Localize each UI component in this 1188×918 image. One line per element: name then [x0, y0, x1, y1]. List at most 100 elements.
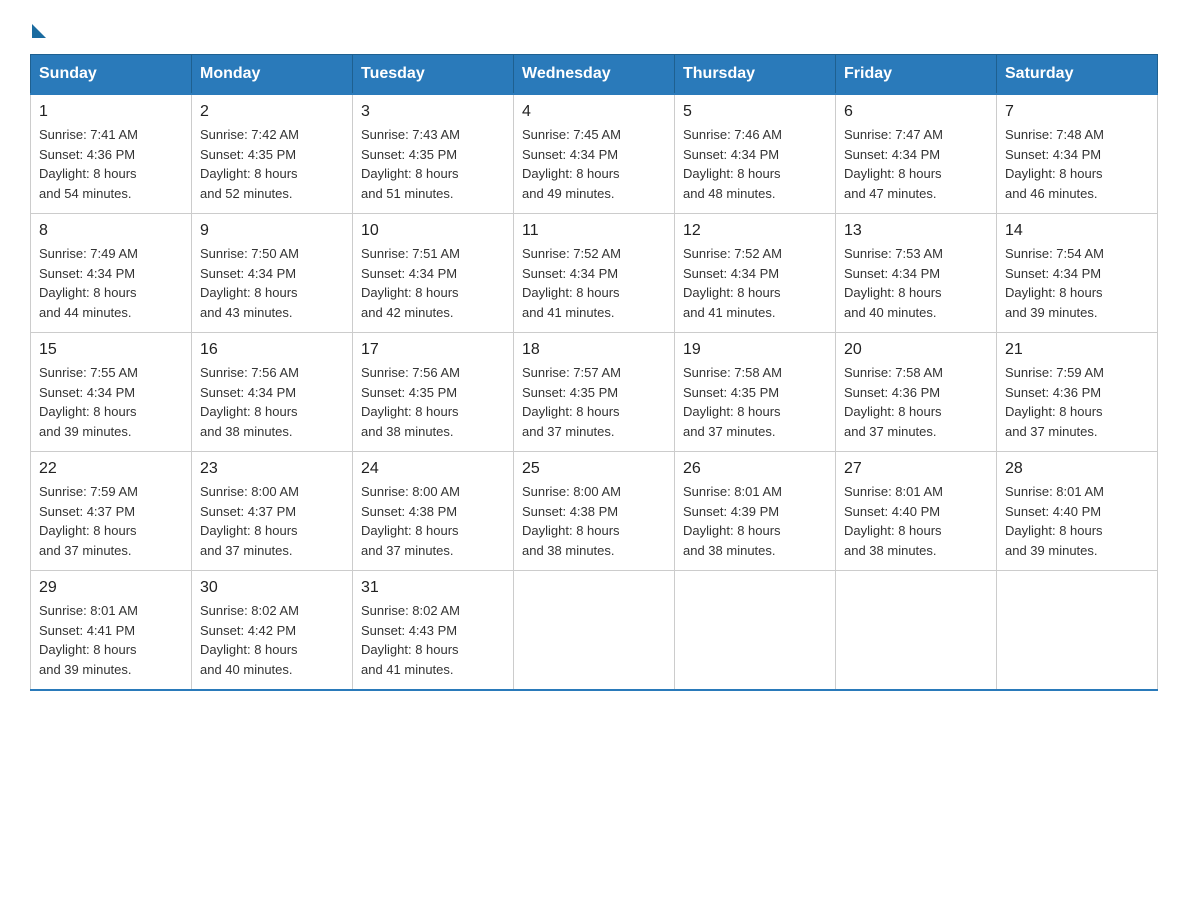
header-sunday: Sunday: [31, 55, 192, 95]
day-info: Sunrise: 7:43 AM Sunset: 4:35 PM Dayligh…: [361, 125, 505, 203]
day-number: 19: [683, 341, 827, 359]
day-info: Sunrise: 7:46 AM Sunset: 4:34 PM Dayligh…: [683, 125, 827, 203]
day-info: Sunrise: 7:58 AM Sunset: 4:35 PM Dayligh…: [683, 363, 827, 441]
day-number: 27: [844, 460, 988, 478]
calendar-week-4: 22 Sunrise: 7:59 AM Sunset: 4:37 PM Dayl…: [31, 452, 1158, 571]
calendar-cell: 12 Sunrise: 7:52 AM Sunset: 4:34 PM Dayl…: [675, 214, 836, 333]
calendar-cell: 6 Sunrise: 7:47 AM Sunset: 4:34 PM Dayli…: [836, 94, 997, 214]
day-number: 6: [844, 103, 988, 121]
calendar-cell: [514, 571, 675, 691]
day-number: 18: [522, 341, 666, 359]
day-number: 16: [200, 341, 344, 359]
calendar-header-row: SundayMondayTuesdayWednesdayThursdayFrid…: [31, 55, 1158, 95]
calendar-cell: 20 Sunrise: 7:58 AM Sunset: 4:36 PM Dayl…: [836, 333, 997, 452]
day-info: Sunrise: 8:01 AM Sunset: 4:39 PM Dayligh…: [683, 482, 827, 560]
calendar-cell: 15 Sunrise: 7:55 AM Sunset: 4:34 PM Dayl…: [31, 333, 192, 452]
calendar-cell: 19 Sunrise: 7:58 AM Sunset: 4:35 PM Dayl…: [675, 333, 836, 452]
day-number: 1: [39, 103, 183, 121]
day-info: Sunrise: 7:50 AM Sunset: 4:34 PM Dayligh…: [200, 244, 344, 322]
calendar-cell: 30 Sunrise: 8:02 AM Sunset: 4:42 PM Dayl…: [192, 571, 353, 691]
day-number: 13: [844, 222, 988, 240]
day-number: 30: [200, 579, 344, 597]
day-info: Sunrise: 8:00 AM Sunset: 4:38 PM Dayligh…: [361, 482, 505, 560]
calendar-cell: [675, 571, 836, 691]
calendar-cell: 28 Sunrise: 8:01 AM Sunset: 4:40 PM Dayl…: [997, 452, 1158, 571]
day-info: Sunrise: 7:59 AM Sunset: 4:37 PM Dayligh…: [39, 482, 183, 560]
header-monday: Monday: [192, 55, 353, 95]
day-info: Sunrise: 7:54 AM Sunset: 4:34 PM Dayligh…: [1005, 244, 1149, 322]
day-number: 17: [361, 341, 505, 359]
calendar-cell: 27 Sunrise: 8:01 AM Sunset: 4:40 PM Dayl…: [836, 452, 997, 571]
logo: [30, 20, 46, 34]
day-info: Sunrise: 7:59 AM Sunset: 4:36 PM Dayligh…: [1005, 363, 1149, 441]
header-friday: Friday: [836, 55, 997, 95]
day-info: Sunrise: 7:45 AM Sunset: 4:34 PM Dayligh…: [522, 125, 666, 203]
day-info: Sunrise: 8:00 AM Sunset: 4:38 PM Dayligh…: [522, 482, 666, 560]
calendar-cell: 11 Sunrise: 7:52 AM Sunset: 4:34 PM Dayl…: [514, 214, 675, 333]
calendar-cell: 29 Sunrise: 8:01 AM Sunset: 4:41 PM Dayl…: [31, 571, 192, 691]
day-info: Sunrise: 7:49 AM Sunset: 4:34 PM Dayligh…: [39, 244, 183, 322]
header-thursday: Thursday: [675, 55, 836, 95]
calendar-cell: 31 Sunrise: 8:02 AM Sunset: 4:43 PM Dayl…: [353, 571, 514, 691]
calendar-cell: [997, 571, 1158, 691]
day-number: 29: [39, 579, 183, 597]
day-number: 4: [522, 103, 666, 121]
day-info: Sunrise: 7:58 AM Sunset: 4:36 PM Dayligh…: [844, 363, 988, 441]
logo-arrow-icon: [32, 24, 46, 38]
day-number: 26: [683, 460, 827, 478]
day-number: 20: [844, 341, 988, 359]
day-number: 21: [1005, 341, 1149, 359]
day-info: Sunrise: 8:01 AM Sunset: 4:41 PM Dayligh…: [39, 601, 183, 679]
day-info: Sunrise: 7:52 AM Sunset: 4:34 PM Dayligh…: [522, 244, 666, 322]
day-info: Sunrise: 7:42 AM Sunset: 4:35 PM Dayligh…: [200, 125, 344, 203]
calendar-cell: 2 Sunrise: 7:42 AM Sunset: 4:35 PM Dayli…: [192, 94, 353, 214]
day-number: 11: [522, 222, 666, 240]
day-info: Sunrise: 7:47 AM Sunset: 4:34 PM Dayligh…: [844, 125, 988, 203]
day-number: 10: [361, 222, 505, 240]
calendar-cell: 8 Sunrise: 7:49 AM Sunset: 4:34 PM Dayli…: [31, 214, 192, 333]
calendar-week-2: 8 Sunrise: 7:49 AM Sunset: 4:34 PM Dayli…: [31, 214, 1158, 333]
header-wednesday: Wednesday: [514, 55, 675, 95]
day-number: 15: [39, 341, 183, 359]
day-number: 9: [200, 222, 344, 240]
calendar-cell: 5 Sunrise: 7:46 AM Sunset: 4:34 PM Dayli…: [675, 94, 836, 214]
day-number: 3: [361, 103, 505, 121]
calendar-cell: 14 Sunrise: 7:54 AM Sunset: 4:34 PM Dayl…: [997, 214, 1158, 333]
day-number: 8: [39, 222, 183, 240]
day-info: Sunrise: 8:02 AM Sunset: 4:43 PM Dayligh…: [361, 601, 505, 679]
calendar-cell: 13 Sunrise: 7:53 AM Sunset: 4:34 PM Dayl…: [836, 214, 997, 333]
day-info: Sunrise: 7:56 AM Sunset: 4:34 PM Dayligh…: [200, 363, 344, 441]
calendar-cell: 22 Sunrise: 7:59 AM Sunset: 4:37 PM Dayl…: [31, 452, 192, 571]
day-number: 31: [361, 579, 505, 597]
calendar-week-1: 1 Sunrise: 7:41 AM Sunset: 4:36 PM Dayli…: [31, 94, 1158, 214]
logo-top: [30, 20, 46, 38]
day-info: Sunrise: 7:52 AM Sunset: 4:34 PM Dayligh…: [683, 244, 827, 322]
calendar-cell: 23 Sunrise: 8:00 AM Sunset: 4:37 PM Dayl…: [192, 452, 353, 571]
day-number: 25: [522, 460, 666, 478]
calendar-week-5: 29 Sunrise: 8:01 AM Sunset: 4:41 PM Dayl…: [31, 571, 1158, 691]
day-info: Sunrise: 7:57 AM Sunset: 4:35 PM Dayligh…: [522, 363, 666, 441]
day-info: Sunrise: 8:01 AM Sunset: 4:40 PM Dayligh…: [1005, 482, 1149, 560]
day-number: 12: [683, 222, 827, 240]
day-info: Sunrise: 7:48 AM Sunset: 4:34 PM Dayligh…: [1005, 125, 1149, 203]
day-number: 22: [39, 460, 183, 478]
calendar-week-3: 15 Sunrise: 7:55 AM Sunset: 4:34 PM Dayl…: [31, 333, 1158, 452]
calendar-cell: 10 Sunrise: 7:51 AM Sunset: 4:34 PM Dayl…: [353, 214, 514, 333]
day-number: 23: [200, 460, 344, 478]
page-header: [30, 20, 1158, 34]
calendar-cell: 7 Sunrise: 7:48 AM Sunset: 4:34 PM Dayli…: [997, 94, 1158, 214]
calendar-cell: 4 Sunrise: 7:45 AM Sunset: 4:34 PM Dayli…: [514, 94, 675, 214]
day-info: Sunrise: 8:00 AM Sunset: 4:37 PM Dayligh…: [200, 482, 344, 560]
day-info: Sunrise: 7:51 AM Sunset: 4:34 PM Dayligh…: [361, 244, 505, 322]
day-number: 14: [1005, 222, 1149, 240]
day-info: Sunrise: 8:01 AM Sunset: 4:40 PM Dayligh…: [844, 482, 988, 560]
header-saturday: Saturday: [997, 55, 1158, 95]
day-info: Sunrise: 8:02 AM Sunset: 4:42 PM Dayligh…: [200, 601, 344, 679]
calendar-cell: 24 Sunrise: 8:00 AM Sunset: 4:38 PM Dayl…: [353, 452, 514, 571]
day-number: 28: [1005, 460, 1149, 478]
day-number: 24: [361, 460, 505, 478]
calendar-cell: 21 Sunrise: 7:59 AM Sunset: 4:36 PM Dayl…: [997, 333, 1158, 452]
calendar-table: SundayMondayTuesdayWednesdayThursdayFrid…: [30, 54, 1158, 691]
day-number: 5: [683, 103, 827, 121]
calendar-cell: 17 Sunrise: 7:56 AM Sunset: 4:35 PM Dayl…: [353, 333, 514, 452]
